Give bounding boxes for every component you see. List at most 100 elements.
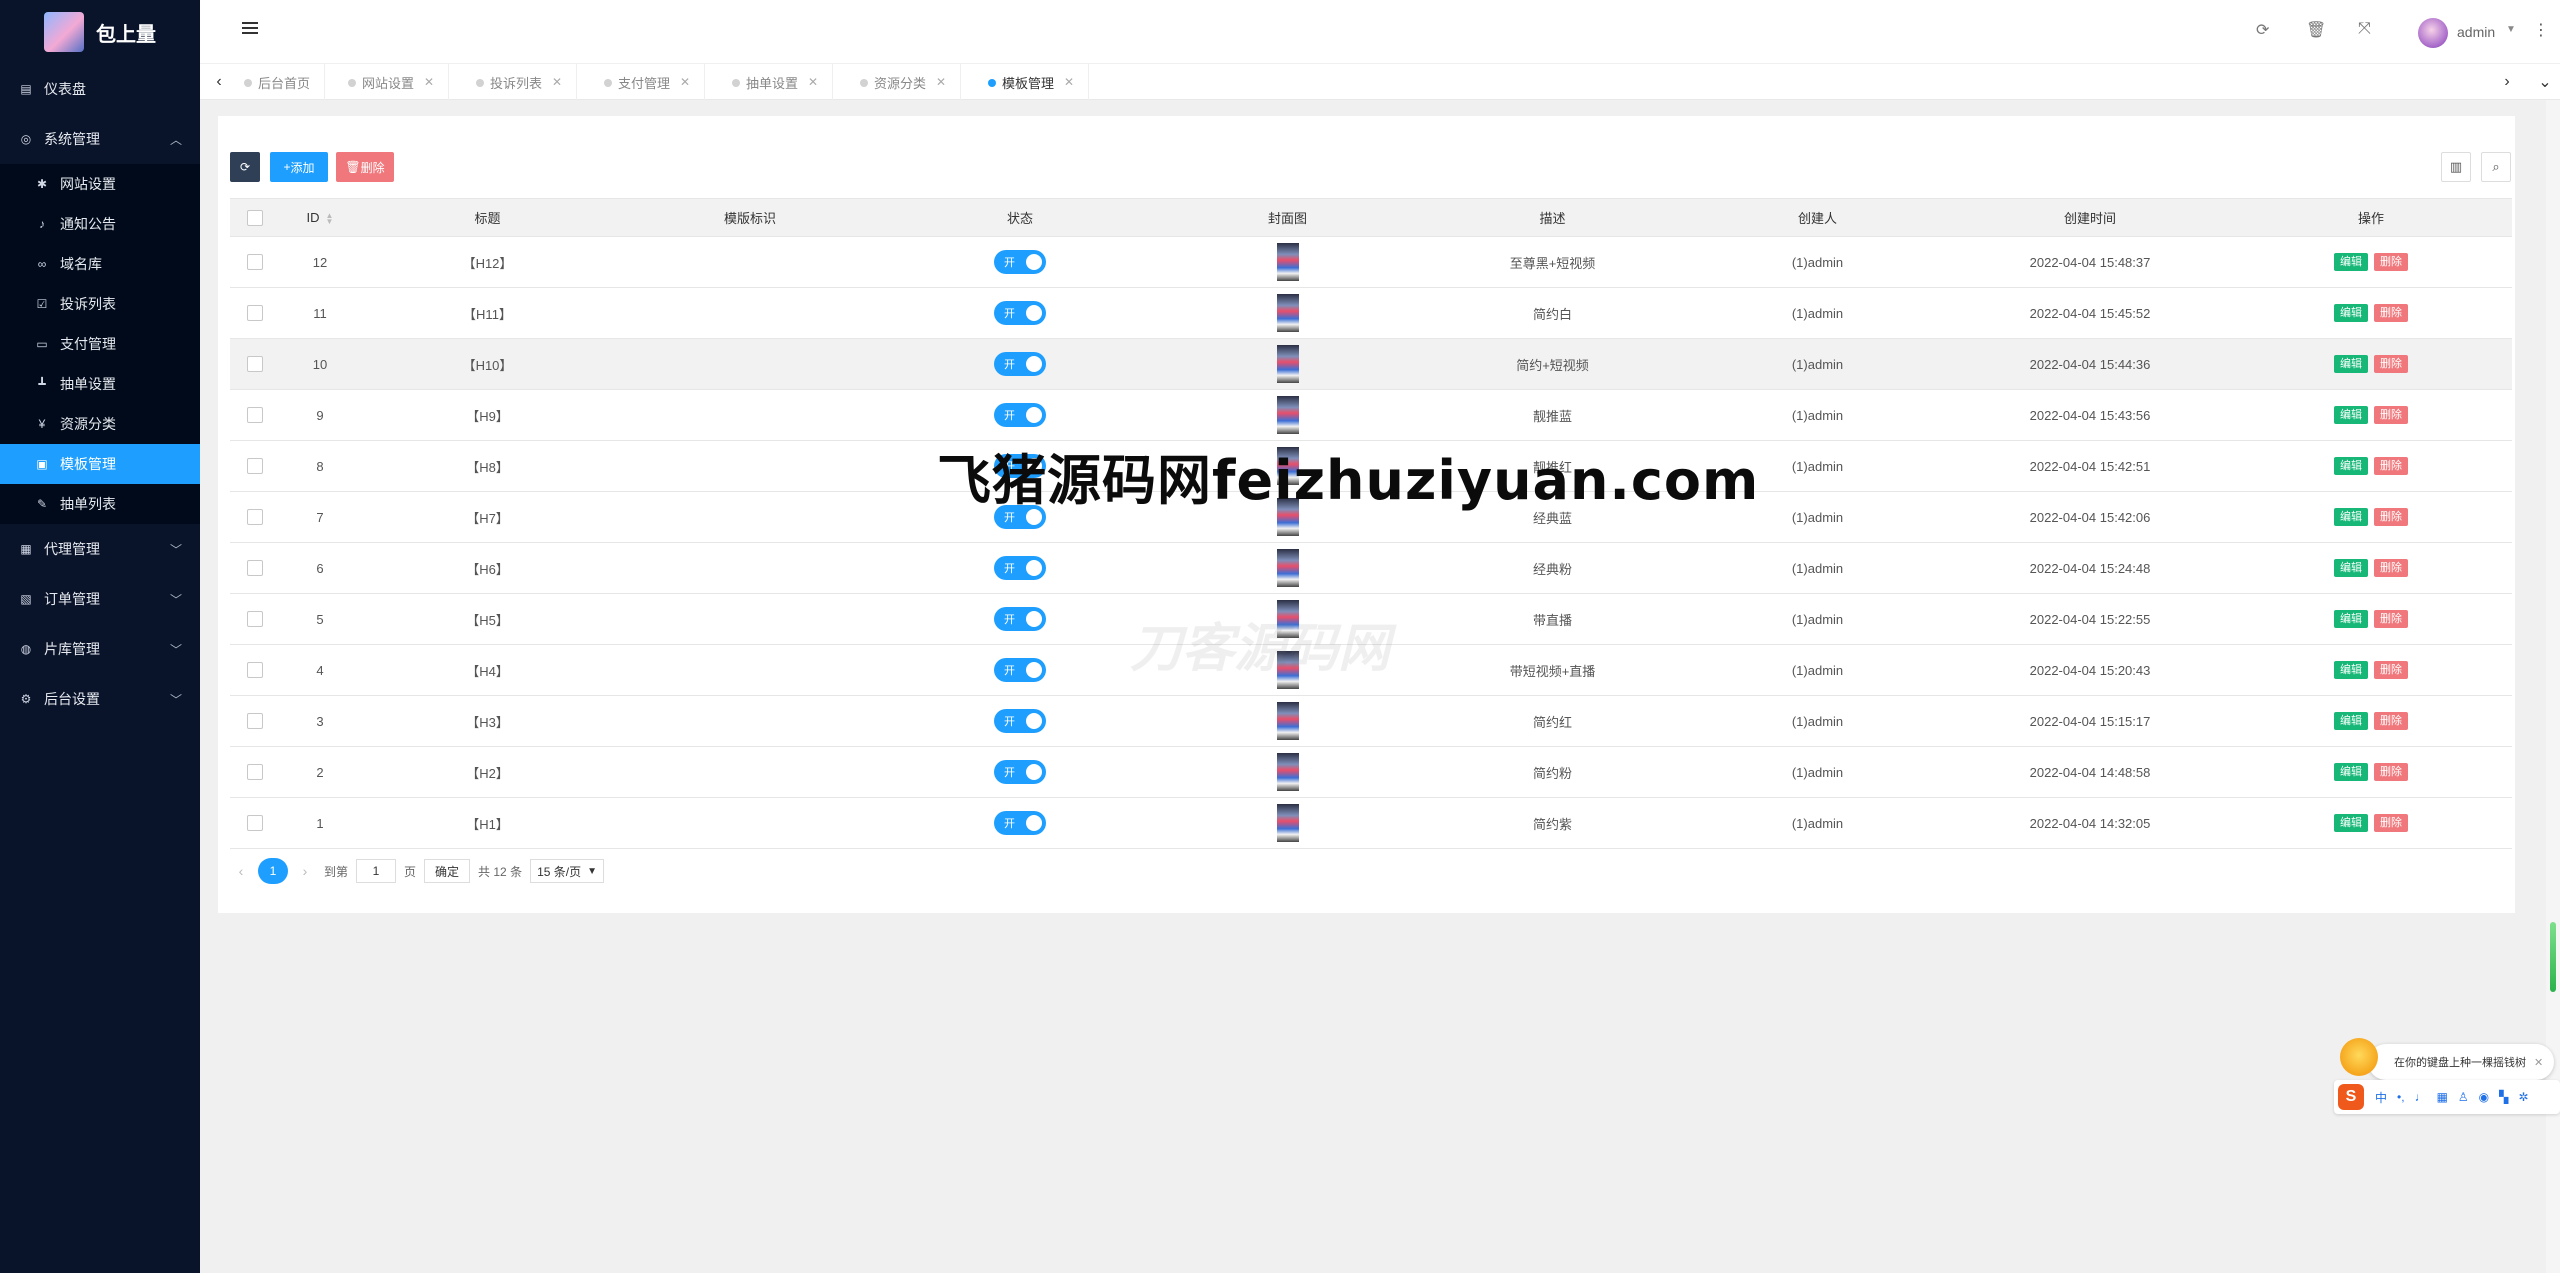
cover-thumbnail[interactable] [1276, 804, 1299, 842]
keyboard-icon[interactable]: ▦ [2437, 1090, 2448, 1104]
scrollbar-thumb[interactable] [2550, 922, 2556, 992]
edit-button[interactable]: 编辑 [2334, 661, 2368, 679]
row-checkbox[interactable] [247, 305, 263, 322]
row-delete-button[interactable]: 删除 [2374, 559, 2408, 577]
sidebar-item-notice[interactable]: ♪ 通知公告 [0, 204, 200, 244]
sort-icon[interactable]: ▲ ▼ [326, 211, 334, 225]
status-switch[interactable]: 开 [994, 301, 1046, 325]
add-button[interactable]: + 添加 [270, 152, 328, 182]
status-switch[interactable]: 开 [994, 811, 1046, 835]
table-row[interactable]: 6 【H6】 开 经典粉 (1)admin 2022-04-04 15:24:4… [230, 542, 2512, 594]
sidebar-item-categories[interactable]: ¥ 资源分类 [0, 404, 200, 444]
edit-button[interactable]: 编辑 [2334, 610, 2368, 628]
tab-site-settings[interactable]: 网站设置 ✕ [340, 64, 450, 100]
sidebar-item-orders[interactable]: ▧ 订单管理 ﹀ [0, 574, 200, 624]
page-input[interactable] [356, 859, 397, 883]
row-delete-button[interactable]: 删除 [2374, 406, 2408, 424]
trash-icon[interactable]: 🗑 [2306, 20, 2326, 40]
cover-thumbnail[interactable] [1276, 549, 1299, 587]
apps-icon[interactable]: ▚ [2499, 1090, 2508, 1104]
status-switch[interactable]: 开 [994, 403, 1046, 427]
close-icon[interactable]: ✕ [2534, 1056, 2543, 1069]
sogou-logo-icon[interactable]: S [2338, 1084, 2364, 1110]
row-delete-button[interactable]: 删除 [2374, 304, 2408, 322]
row-delete-button[interactable]: 删除 [2374, 253, 2408, 271]
row-delete-button[interactable]: 删除 [2374, 610, 2408, 628]
caret-down-icon[interactable]: ▼ [2506, 24, 2516, 35]
mic-icon[interactable]: ♩ [2415, 1090, 2427, 1104]
sidebar-item-backend-settings[interactable]: ⚙ 后台设置 ﹀ [0, 674, 200, 724]
sidebar-item-site-settings[interactable]: ✱ 网站设置 [0, 164, 200, 204]
status-switch[interactable]: 开 [994, 556, 1046, 580]
menu-toggle-icon[interactable] [242, 22, 258, 36]
table-row[interactable]: 1 【H1】 开 简约紫 (1)admin 2022-04-04 14:32:0… [230, 797, 2512, 849]
game-icon[interactable]: ◉ [2479, 1090, 2489, 1104]
sidebar-item-templates[interactable]: ▣ 模板管理 [0, 444, 200, 484]
tab-home[interactable]: 后台首页 [236, 64, 326, 100]
cover-thumbnail[interactable] [1276, 753, 1299, 791]
table-row[interactable]: 12 【H12】 开 至尊黑+短视频 (1)admin 2022-04-04 1… [230, 236, 2512, 288]
table-row[interactable]: 10 【H10】 开 简约+短视频 (1)admin 2022-04-04 15… [230, 338, 2512, 390]
more-icon[interactable]: ⋮ [2533, 20, 2549, 40]
row-checkbox[interactable] [247, 662, 263, 679]
edit-button[interactable]: 编辑 [2334, 559, 2368, 577]
tab-templates[interactable]: 模板管理 ✕ [980, 64, 1090, 100]
ime-lang[interactable]: 中 [2375, 1089, 2387, 1106]
sidebar-item-domains[interactable]: ∞ 域名库 [0, 244, 200, 284]
ime-tip-bubble[interactable]: 在你的键盘上种一棵摇钱树 ✕ [2368, 1044, 2554, 1080]
table-row[interactable]: 3 【H3】 开 简约红 (1)admin 2022-04-04 15:15:1… [230, 695, 2512, 747]
row-delete-button[interactable]: 删除 [2374, 457, 2408, 475]
cover-thumbnail[interactable] [1276, 243, 1299, 281]
row-checkbox[interactable] [247, 407, 263, 424]
tabs-menu-icon[interactable]: ⌄ [2530, 64, 2560, 100]
row-delete-button[interactable]: 删除 [2374, 712, 2408, 730]
row-checkbox[interactable] [247, 764, 263, 781]
search-button[interactable]: ⌕ [2481, 152, 2511, 182]
logo[interactable]: 包上量 [0, 0, 200, 64]
gear-icon[interactable]: ✲ [2518, 1090, 2528, 1104]
row-checkbox[interactable] [247, 458, 263, 475]
edit-button[interactable]: 编辑 [2334, 763, 2368, 781]
prev-page-icon[interactable]: ‹ [230, 863, 252, 879]
tab-payment[interactable]: 支付管理 ✕ [596, 64, 706, 100]
close-icon[interactable]: ✕ [1064, 75, 1074, 89]
columns-toggle-button[interactable]: ▥ [2441, 152, 2471, 182]
skin-icon[interactable]: ♙ [2458, 1090, 2469, 1104]
tab-draw-settings[interactable]: 抽单设置 ✕ [724, 64, 834, 100]
ime-toolbar[interactable]: S 中 •, ♩ ▦ ♙ ◉ ▚ ✲ [2334, 1080, 2560, 1114]
cover-thumbnail[interactable] [1276, 294, 1299, 332]
edit-button[interactable]: 编辑 [2334, 355, 2368, 373]
sidebar-item-payment[interactable]: ▭ 支付管理 [0, 324, 200, 364]
table-row[interactable]: 2 【H2】 开 简约粉 (1)admin 2022-04-04 14:48:5… [230, 746, 2512, 798]
tab-categories[interactable]: 资源分类 ✕ [852, 64, 962, 100]
edit-button[interactable]: 编辑 [2334, 712, 2368, 730]
select-all-checkbox[interactable] [247, 209, 263, 226]
goto-confirm-button[interactable]: 确定 [424, 859, 471, 883]
status-switch[interactable]: 开 [994, 658, 1046, 682]
edit-button[interactable]: 编辑 [2334, 406, 2368, 424]
edit-button[interactable]: 编辑 [2334, 304, 2368, 322]
row-checkbox[interactable] [247, 509, 263, 526]
sidebar-item-dashboard[interactable]: ▤ 仪表盘 [0, 64, 200, 114]
sidebar-item-library[interactable]: ◍ 片库管理 ﹀ [0, 624, 200, 674]
status-switch[interactable]: 开 [994, 250, 1046, 274]
close-icon[interactable]: ✕ [808, 75, 818, 89]
status-switch[interactable]: 开 [994, 709, 1046, 733]
delete-button[interactable]: 🗑 删除 [336, 152, 394, 182]
row-checkbox[interactable] [247, 254, 263, 271]
cover-thumbnail[interactable] [1276, 702, 1299, 740]
sidebar-item-system[interactable]: ◎ 系统管理 ︿ [0, 114, 200, 164]
edit-button[interactable]: 编辑 [2334, 253, 2368, 271]
next-page-icon[interactable]: › [294, 863, 316, 879]
status-switch[interactable]: 开 [994, 352, 1046, 376]
sidebar-item-agents[interactable]: ▦ 代理管理 ﹀ [0, 524, 200, 574]
table-row[interactable]: 11 【H11】 开 简约白 (1)admin 2022-04-04 15:45… [230, 287, 2512, 339]
row-checkbox[interactable] [247, 611, 263, 628]
select-all-cell[interactable] [230, 198, 280, 237]
table-row[interactable]: 9 【H9】 开 靓推蓝 (1)admin 2022-04-04 15:43:5… [230, 389, 2512, 441]
column-header[interactable]: ID ▲ ▼ [280, 198, 360, 237]
page-size-select[interactable]: 15 条/页 ▼ [530, 859, 605, 883]
row-delete-button[interactable]: 删除 [2374, 508, 2408, 526]
close-icon[interactable]: ✕ [680, 75, 690, 89]
sidebar-item-draw-settings[interactable]: ┻ 抽单设置 [0, 364, 200, 404]
